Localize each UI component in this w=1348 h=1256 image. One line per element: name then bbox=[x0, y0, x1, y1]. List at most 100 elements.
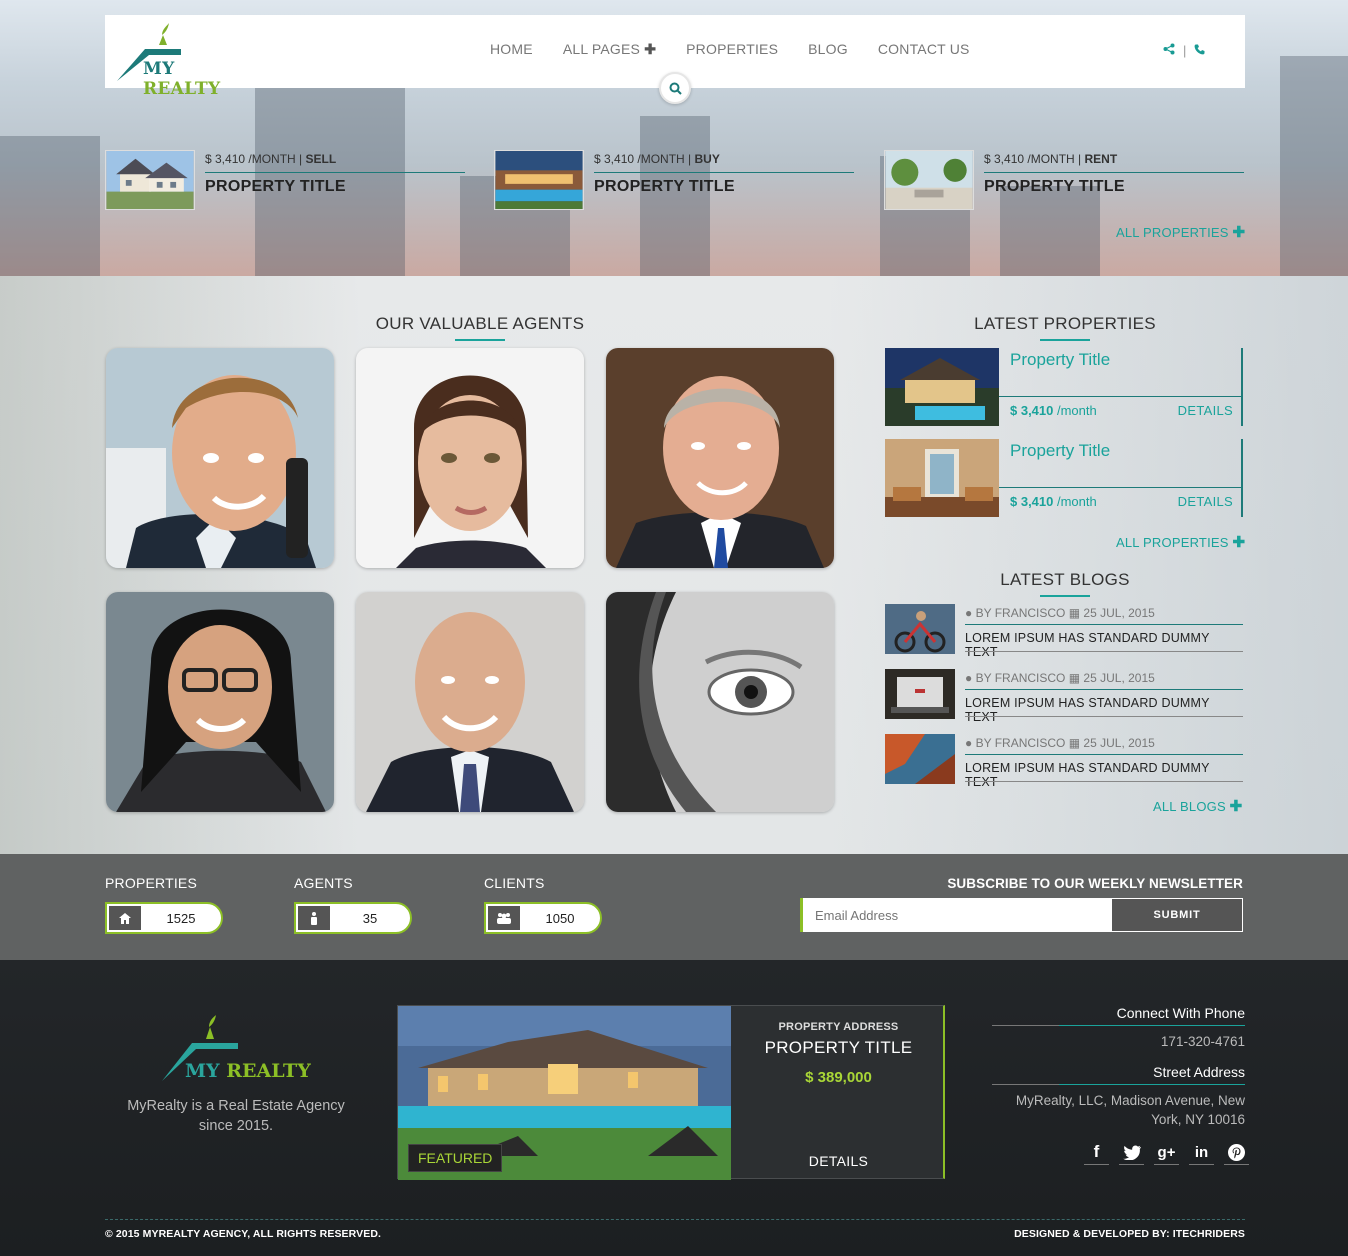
stat-counter: 1050 bbox=[484, 902, 602, 934]
header-icons-divider: | bbox=[1182, 43, 1187, 58]
calendar-icon: ▦ bbox=[1068, 671, 1081, 685]
footer-tagline: MyRealty is a Real Estate Agency since 2… bbox=[127, 1098, 345, 1134]
pinterest-icon[interactable] bbox=[1224, 1140, 1249, 1165]
header-icons: | bbox=[1163, 43, 1205, 58]
blog-title[interactable]: LOREM IPSUM HAS STANDARD DUMMY TEXT bbox=[965, 761, 1243, 789]
nav-all-pages-label: ALL PAGES bbox=[562, 41, 641, 57]
meta-separator: | bbox=[684, 152, 695, 166]
nav-home[interactable]: HOME bbox=[490, 41, 533, 58]
google-plus-icon[interactable]: g+ bbox=[1154, 1140, 1179, 1165]
latest-property-card[interactable]: Property Title $ 3,410 /month DETAILS bbox=[885, 348, 1243, 426]
search-icon bbox=[669, 82, 682, 95]
stat-value: 1525 bbox=[166, 911, 196, 926]
credit[interactable]: DESIGNED & DEVELOPED BY: ITECHRIDERS bbox=[1014, 1228, 1245, 1240]
nav-blog[interactable]: BLOG bbox=[808, 41, 848, 58]
twitter-icon[interactable] bbox=[1119, 1140, 1144, 1165]
blog-item[interactable]: ● BY FRANCISCO ▦ 25 JUL, 2015 LOREM IPSU… bbox=[885, 669, 1243, 724]
address-heading: Street Address bbox=[1153, 1064, 1245, 1080]
all-properties-link[interactable]: ALL PROPERTIES ✚ bbox=[1116, 223, 1245, 241]
logo-text-my: MY bbox=[143, 59, 175, 79]
divider bbox=[1241, 439, 1243, 517]
all-blogs-link[interactable]: ALL BLOGS ✚ bbox=[1153, 797, 1242, 815]
logo[interactable]: MY REALTY bbox=[115, 21, 255, 99]
search-button[interactable] bbox=[659, 72, 691, 104]
agent-photo[interactable] bbox=[356, 592, 584, 812]
divider bbox=[965, 624, 1243, 625]
meta-separator: | bbox=[295, 152, 306, 166]
share-icon[interactable] bbox=[1163, 43, 1179, 58]
plus-icon: ✚ bbox=[644, 41, 657, 57]
featured-details-link[interactable]: DETAILS bbox=[731, 1153, 946, 1169]
agent-photo[interactable] bbox=[606, 592, 834, 812]
top-property-card[interactable]: $ 3,410 /MONTH | BUY PROPERTY TITLE bbox=[494, 150, 854, 210]
stat-counter: 35 bbox=[294, 902, 412, 934]
divider bbox=[965, 754, 1243, 755]
agent-photo[interactable] bbox=[106, 348, 334, 568]
blog-thumbnail bbox=[885, 669, 955, 719]
nav-contact[interactable]: CONTACT US bbox=[878, 41, 970, 58]
property-price: $ 3,410 /MONTH bbox=[984, 152, 1075, 166]
latest-property-title[interactable]: Property Title bbox=[1010, 350, 1110, 370]
details-link[interactable]: DETAILS bbox=[1178, 494, 1233, 509]
blog-meta: ● BY FRANCISCO ▦ 25 JUL, 2015 bbox=[965, 606, 1155, 620]
agent-photo[interactable] bbox=[106, 592, 334, 812]
agent-photo[interactable] bbox=[606, 348, 834, 568]
user-icon bbox=[298, 906, 330, 930]
property-title[interactable]: PROPERTY TITLE bbox=[984, 178, 1125, 196]
divider bbox=[594, 172, 854, 173]
blog-item[interactable]: ● BY FRANCISCO ▦ 25 JUL, 2015 LOREM IPSU… bbox=[885, 604, 1243, 659]
top-property-card[interactable]: $ 3,410 /MONTH | SELL PROPERTY TITLE bbox=[105, 150, 465, 210]
blog-date: 25 JUL, 2015 bbox=[1083, 671, 1155, 685]
property-address-label: PROPERTY ADDRESS bbox=[778, 1021, 899, 1033]
property-title[interactable]: PROPERTY TITLE bbox=[594, 178, 735, 196]
linkedin-icon[interactable]: in bbox=[1189, 1140, 1214, 1165]
social-links: f g+ in bbox=[1084, 1140, 1249, 1165]
phone-icon[interactable] bbox=[1194, 43, 1205, 58]
property-title[interactable]: PROPERTY TITLE bbox=[205, 178, 346, 196]
blog-thumbnail bbox=[885, 734, 955, 784]
property-thumbnail bbox=[494, 150, 584, 210]
property-thumbnail bbox=[885, 439, 999, 517]
blog-title[interactable]: LOREM IPSUM HAS STANDARD DUMMY TEXT bbox=[965, 696, 1243, 724]
property-meta: $ 3,410 /MONTH | RENT bbox=[984, 152, 1117, 166]
details-link[interactable]: DETAILS bbox=[1178, 403, 1233, 418]
blog-author: BY FRANCISCO bbox=[975, 671, 1066, 685]
property-price: $ 3,410 /MONTH bbox=[205, 152, 296, 166]
phone-number[interactable]: 171-320-4761 bbox=[992, 1032, 1245, 1051]
latest-property-title[interactable]: Property Title bbox=[1010, 441, 1110, 461]
top-property-card[interactable]: $ 3,410 /MONTH | RENT PROPERTY TITLE bbox=[884, 150, 1244, 210]
calendar-icon: ▦ bbox=[1068, 736, 1081, 750]
plus-icon: ✚ bbox=[1232, 224, 1246, 241]
calendar-icon: ▦ bbox=[1068, 606, 1081, 620]
blog-item[interactable]: ● BY FRANCISCO ▦ 25 JUL, 2015 LOREM IPSU… bbox=[885, 734, 1243, 789]
submit-button[interactable]: SUBMIT bbox=[1111, 898, 1243, 932]
email-input[interactable] bbox=[803, 898, 1111, 932]
stat-value: 35 bbox=[362, 911, 378, 926]
nav-all-pages[interactable]: ALL PAGES ✚ bbox=[563, 41, 656, 58]
blog-title[interactable]: LOREM IPSUM HAS STANDARD DUMMY TEXT bbox=[965, 631, 1243, 659]
nav-properties[interactable]: PROPERTIES bbox=[686, 41, 778, 58]
all-properties-link[interactable]: ALL PROPERTIES ✚ bbox=[1116, 533, 1245, 551]
all-properties-label: ALL PROPERTIES bbox=[1116, 225, 1229, 240]
facebook-icon[interactable]: f bbox=[1084, 1140, 1109, 1165]
property-type: SELL bbox=[305, 152, 337, 166]
footer-logo-text[interactable]: MY REALTY bbox=[185, 1060, 311, 1082]
plus-icon: ✚ bbox=[1232, 534, 1246, 551]
all-properties-label: ALL PROPERTIES bbox=[1116, 535, 1229, 550]
price-value: $ 3,410 bbox=[1010, 403, 1054, 418]
logo-text-realty: REALTY bbox=[226, 1060, 311, 1082]
agent-photo[interactable] bbox=[356, 348, 584, 568]
featured-property-title[interactable]: PROPERTY TITLE bbox=[731, 1038, 946, 1058]
property-thumbnail bbox=[105, 150, 195, 210]
price-unit: /month bbox=[1053, 403, 1097, 418]
meta-separator: | bbox=[1074, 152, 1085, 166]
blog-meta: ● BY FRANCISCO ▦ 25 JUL, 2015 bbox=[965, 736, 1155, 750]
stat-agents: AGENTS 35 bbox=[294, 875, 424, 934]
featured-property[interactable]: FEATURED PROPERTY ADDRESS PROPERTY TITLE… bbox=[397, 1005, 946, 1180]
divider bbox=[992, 1084, 1245, 1085]
latest-property-card[interactable]: Property Title $ 3,410 /month DETAILS bbox=[885, 439, 1243, 517]
property-thumbnail bbox=[885, 348, 999, 426]
property-type: RENT bbox=[1084, 152, 1118, 166]
all-blogs-label: ALL BLOGS bbox=[1153, 799, 1226, 814]
divider bbox=[999, 396, 1243, 397]
